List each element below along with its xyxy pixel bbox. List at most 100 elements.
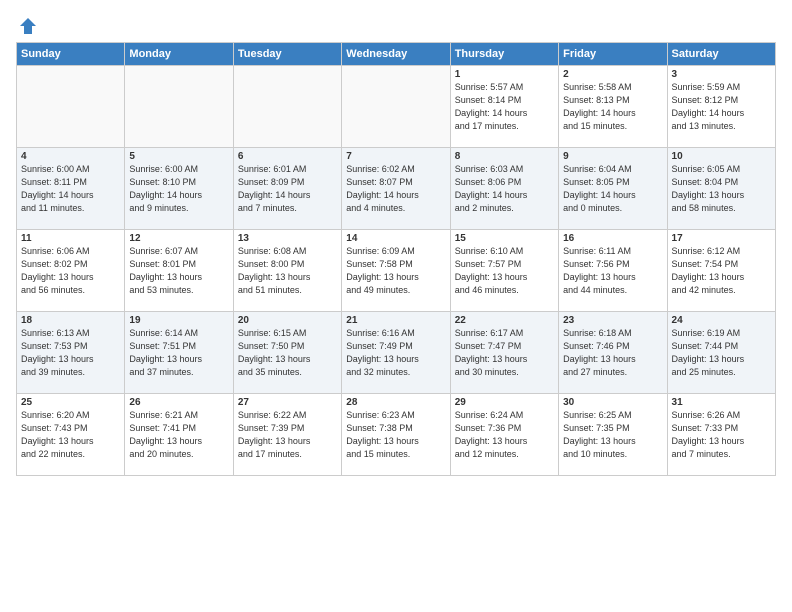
week-row-3: 11Sunrise: 6:06 AM Sunset: 8:02 PM Dayli… xyxy=(17,230,776,312)
day-number: 6 xyxy=(238,151,337,162)
day-number: 3 xyxy=(672,69,771,80)
day-number: 5 xyxy=(129,151,228,162)
calendar-cell: 24Sunrise: 6:19 AM Sunset: 7:44 PM Dayli… xyxy=(667,312,775,394)
day-number: 4 xyxy=(21,151,120,162)
calendar-cell: 29Sunrise: 6:24 AM Sunset: 7:36 PM Dayli… xyxy=(450,394,558,476)
day-info: Sunrise: 6:24 AM Sunset: 7:36 PM Dayligh… xyxy=(455,409,554,461)
calendar-cell: 16Sunrise: 6:11 AM Sunset: 7:56 PM Dayli… xyxy=(559,230,667,312)
calendar-cell: 8Sunrise: 6:03 AM Sunset: 8:06 PM Daylig… xyxy=(450,148,558,230)
day-info: Sunrise: 6:04 AM Sunset: 8:05 PM Dayligh… xyxy=(563,163,662,215)
calendar-cell: 14Sunrise: 6:09 AM Sunset: 7:58 PM Dayli… xyxy=(342,230,450,312)
day-number: 17 xyxy=(672,233,771,244)
day-number: 23 xyxy=(563,315,662,326)
day-number: 12 xyxy=(129,233,228,244)
week-row-5: 25Sunrise: 6:20 AM Sunset: 7:43 PM Dayli… xyxy=(17,394,776,476)
calendar-cell: 26Sunrise: 6:21 AM Sunset: 7:41 PM Dayli… xyxy=(125,394,233,476)
day-number: 7 xyxy=(346,151,445,162)
day-number: 25 xyxy=(21,397,120,408)
calendar-cell: 5Sunrise: 6:00 AM Sunset: 8:10 PM Daylig… xyxy=(125,148,233,230)
week-row-4: 18Sunrise: 6:13 AM Sunset: 7:53 PM Dayli… xyxy=(17,312,776,394)
day-info: Sunrise: 6:23 AM Sunset: 7:38 PM Dayligh… xyxy=(346,409,445,461)
day-number: 13 xyxy=(238,233,337,244)
calendar-cell: 18Sunrise: 6:13 AM Sunset: 7:53 PM Dayli… xyxy=(17,312,125,394)
day-info: Sunrise: 6:20 AM Sunset: 7:43 PM Dayligh… xyxy=(21,409,120,461)
calendar-cell: 23Sunrise: 6:18 AM Sunset: 7:46 PM Dayli… xyxy=(559,312,667,394)
day-info: Sunrise: 6:13 AM Sunset: 7:53 PM Dayligh… xyxy=(21,327,120,379)
calendar-cell: 21Sunrise: 6:16 AM Sunset: 7:49 PM Dayli… xyxy=(342,312,450,394)
day-number: 8 xyxy=(455,151,554,162)
day-info: Sunrise: 6:10 AM Sunset: 7:57 PM Dayligh… xyxy=(455,245,554,297)
day-number: 19 xyxy=(129,315,228,326)
header xyxy=(16,16,776,32)
day-info: Sunrise: 6:11 AM Sunset: 7:56 PM Dayligh… xyxy=(563,245,662,297)
calendar-cell: 4Sunrise: 6:00 AM Sunset: 8:11 PM Daylig… xyxy=(17,148,125,230)
calendar-cell: 25Sunrise: 6:20 AM Sunset: 7:43 PM Dayli… xyxy=(17,394,125,476)
day-info: Sunrise: 6:17 AM Sunset: 7:47 PM Dayligh… xyxy=(455,327,554,379)
calendar-cell: 9Sunrise: 6:04 AM Sunset: 8:05 PM Daylig… xyxy=(559,148,667,230)
day-number: 18 xyxy=(21,315,120,326)
day-number: 29 xyxy=(455,397,554,408)
day-info: Sunrise: 6:14 AM Sunset: 7:51 PM Dayligh… xyxy=(129,327,228,379)
day-number: 28 xyxy=(346,397,445,408)
weekday-header-friday: Friday xyxy=(559,43,667,66)
page: SundayMondayTuesdayWednesdayThursdayFrid… xyxy=(0,0,792,486)
calendar-cell xyxy=(233,66,341,148)
calendar-cell: 13Sunrise: 6:08 AM Sunset: 8:00 PM Dayli… xyxy=(233,230,341,312)
day-info: Sunrise: 6:00 AM Sunset: 8:11 PM Dayligh… xyxy=(21,163,120,215)
day-info: Sunrise: 6:02 AM Sunset: 8:07 PM Dayligh… xyxy=(346,163,445,215)
calendar-cell: 11Sunrise: 6:06 AM Sunset: 8:02 PM Dayli… xyxy=(17,230,125,312)
day-info: Sunrise: 5:59 AM Sunset: 8:12 PM Dayligh… xyxy=(672,81,771,133)
calendar-cell xyxy=(125,66,233,148)
calendar-cell: 15Sunrise: 6:10 AM Sunset: 7:57 PM Dayli… xyxy=(450,230,558,312)
day-info: Sunrise: 6:00 AM Sunset: 8:10 PM Dayligh… xyxy=(129,163,228,215)
day-number: 21 xyxy=(346,315,445,326)
day-info: Sunrise: 6:12 AM Sunset: 7:54 PM Dayligh… xyxy=(672,245,771,297)
calendar-cell: 22Sunrise: 6:17 AM Sunset: 7:47 PM Dayli… xyxy=(450,312,558,394)
day-info: Sunrise: 5:57 AM Sunset: 8:14 PM Dayligh… xyxy=(455,81,554,133)
day-number: 2 xyxy=(563,69,662,80)
calendar-cell: 31Sunrise: 6:26 AM Sunset: 7:33 PM Dayli… xyxy=(667,394,775,476)
calendar-cell: 12Sunrise: 6:07 AM Sunset: 8:01 PM Dayli… xyxy=(125,230,233,312)
logo-icon xyxy=(18,16,38,36)
calendar-cell: 3Sunrise: 5:59 AM Sunset: 8:12 PM Daylig… xyxy=(667,66,775,148)
calendar-cell: 7Sunrise: 6:02 AM Sunset: 8:07 PM Daylig… xyxy=(342,148,450,230)
week-row-2: 4Sunrise: 6:00 AM Sunset: 8:11 PM Daylig… xyxy=(17,148,776,230)
weekday-header-saturday: Saturday xyxy=(667,43,775,66)
day-info: Sunrise: 6:09 AM Sunset: 7:58 PM Dayligh… xyxy=(346,245,445,297)
weekday-header-row: SundayMondayTuesdayWednesdayThursdayFrid… xyxy=(17,43,776,66)
day-number: 31 xyxy=(672,397,771,408)
calendar-table: SundayMondayTuesdayWednesdayThursdayFrid… xyxy=(16,42,776,476)
logo xyxy=(16,16,38,32)
calendar-cell: 19Sunrise: 6:14 AM Sunset: 7:51 PM Dayli… xyxy=(125,312,233,394)
day-number: 27 xyxy=(238,397,337,408)
day-info: Sunrise: 6:18 AM Sunset: 7:46 PM Dayligh… xyxy=(563,327,662,379)
day-number: 20 xyxy=(238,315,337,326)
calendar-cell: 20Sunrise: 6:15 AM Sunset: 7:50 PM Dayli… xyxy=(233,312,341,394)
day-number: 9 xyxy=(563,151,662,162)
calendar-cell: 30Sunrise: 6:25 AM Sunset: 7:35 PM Dayli… xyxy=(559,394,667,476)
day-info: Sunrise: 6:01 AM Sunset: 8:09 PM Dayligh… xyxy=(238,163,337,215)
day-number: 16 xyxy=(563,233,662,244)
weekday-header-monday: Monday xyxy=(125,43,233,66)
day-number: 26 xyxy=(129,397,228,408)
day-number: 24 xyxy=(672,315,771,326)
day-number: 14 xyxy=(346,233,445,244)
day-number: 15 xyxy=(455,233,554,244)
day-info: Sunrise: 6:07 AM Sunset: 8:01 PM Dayligh… xyxy=(129,245,228,297)
day-info: Sunrise: 6:06 AM Sunset: 8:02 PM Dayligh… xyxy=(21,245,120,297)
calendar-cell: 6Sunrise: 6:01 AM Sunset: 8:09 PM Daylig… xyxy=(233,148,341,230)
day-number: 1 xyxy=(455,69,554,80)
day-number: 11 xyxy=(21,233,120,244)
week-row-1: 1Sunrise: 5:57 AM Sunset: 8:14 PM Daylig… xyxy=(17,66,776,148)
calendar-cell: 1Sunrise: 5:57 AM Sunset: 8:14 PM Daylig… xyxy=(450,66,558,148)
day-number: 30 xyxy=(563,397,662,408)
day-info: Sunrise: 5:58 AM Sunset: 8:13 PM Dayligh… xyxy=(563,81,662,133)
calendar-cell: 28Sunrise: 6:23 AM Sunset: 7:38 PM Dayli… xyxy=(342,394,450,476)
weekday-header-thursday: Thursday xyxy=(450,43,558,66)
day-info: Sunrise: 6:16 AM Sunset: 7:49 PM Dayligh… xyxy=(346,327,445,379)
weekday-header-tuesday: Tuesday xyxy=(233,43,341,66)
day-info: Sunrise: 6:08 AM Sunset: 8:00 PM Dayligh… xyxy=(238,245,337,297)
day-info: Sunrise: 6:15 AM Sunset: 7:50 PM Dayligh… xyxy=(238,327,337,379)
day-info: Sunrise: 6:22 AM Sunset: 7:39 PM Dayligh… xyxy=(238,409,337,461)
day-number: 10 xyxy=(672,151,771,162)
